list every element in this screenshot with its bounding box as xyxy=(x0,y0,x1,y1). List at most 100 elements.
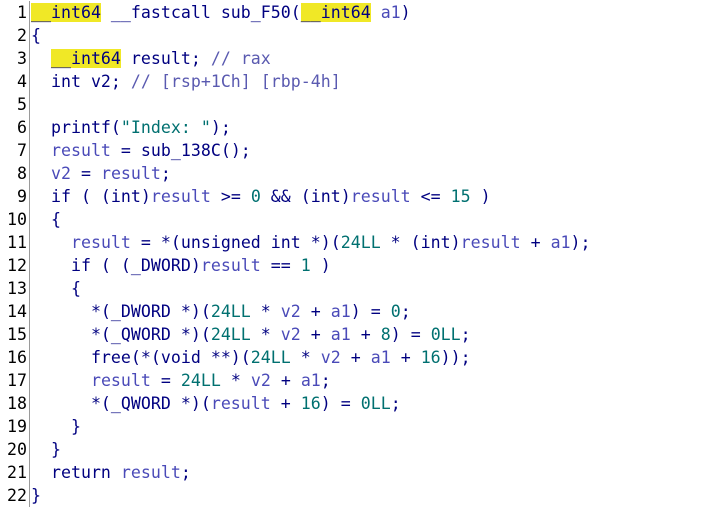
code-token[interactable]: result xyxy=(461,233,521,252)
highlighted-token[interactable]: __int64 xyxy=(300,3,371,22)
code-token[interactable]: result xyxy=(201,256,261,275)
code-token[interactable]: a1 xyxy=(331,325,351,344)
code-text[interactable]: *(_QWORD *)(result + 16) = 0LL; xyxy=(31,392,401,415)
code-token[interactable]: if ( (int) xyxy=(31,187,151,206)
code-token[interactable]: *(_QWORD *)( xyxy=(31,394,211,413)
code-token[interactable]: // [rsp+1Ch] [rbp-4h] xyxy=(131,72,341,91)
code-text[interactable]: return result; xyxy=(31,461,191,484)
code-token[interactable]: 24LL xyxy=(211,325,251,344)
code-line[interactable]: 2{ xyxy=(0,24,726,47)
code-token[interactable]: 1 xyxy=(301,256,311,275)
code-token[interactable]: ) xyxy=(311,256,331,275)
code-token[interactable]: ; xyxy=(321,371,331,390)
code-line[interactable]: 6 printf("Index: "); xyxy=(0,116,726,139)
code-token[interactable]: // rax xyxy=(211,49,271,68)
code-text[interactable]: __int64 result; // rax xyxy=(31,47,271,70)
code-token[interactable] xyxy=(31,233,71,252)
code-token[interactable]: __fastcall sub_F50( xyxy=(101,3,301,22)
code-token[interactable]: result xyxy=(91,371,151,390)
code-token[interactable]: result xyxy=(151,187,211,206)
code-line[interactable]: 21 return result; xyxy=(0,461,726,484)
code-token[interactable]: *(_DWORD *)( xyxy=(31,302,211,321)
code-text[interactable]: } xyxy=(31,415,81,438)
code-token[interactable]: result xyxy=(121,463,181,482)
code-token[interactable]: + xyxy=(301,302,331,321)
pseudocode-view[interactable]: 1 __int64 __fastcall sub_F50(__int64 a1) 2… xyxy=(0,0,726,515)
code-token[interactable]: ) xyxy=(471,187,491,206)
code-text[interactable]: } xyxy=(31,484,41,507)
code-line[interactable]: 22} xyxy=(0,484,726,507)
highlighted-token[interactable]: __int64 xyxy=(50,49,121,68)
code-token[interactable]: a1 xyxy=(551,233,571,252)
code-token[interactable]: + xyxy=(341,348,371,367)
code-token[interactable]: a1 xyxy=(381,3,401,22)
code-token[interactable]: result xyxy=(211,394,271,413)
code-token[interactable] xyxy=(31,141,51,160)
code-token[interactable]: * xyxy=(291,348,321,367)
code-token[interactable]: if ( (_DWORD) xyxy=(31,256,201,275)
code-token[interactable]: * (int) xyxy=(381,233,461,252)
code-token[interactable]: ); xyxy=(211,118,231,137)
code-line[interactable]: 14 *(_DWORD *)(24LL * v2 + a1) = 0; xyxy=(0,300,726,323)
code-line[interactable]: 15 *(_QWORD *)(24LL * v2 + a1 + 8) = 0LL… xyxy=(0,323,726,346)
code-token[interactable]: == xyxy=(261,256,301,275)
code-token[interactable]: 0 xyxy=(251,187,261,206)
code-token[interactable]: ; xyxy=(391,394,401,413)
code-token[interactable]: v2 xyxy=(251,371,271,390)
code-token[interactable]: return xyxy=(31,463,121,482)
code-token[interactable]: *(_QWORD *)( xyxy=(31,325,211,344)
highlighted-token[interactable]: __int64 xyxy=(31,3,101,22)
code-token[interactable] xyxy=(371,3,381,22)
code-token[interactable]: a1 xyxy=(331,302,351,321)
code-token[interactable]: result xyxy=(71,233,131,252)
code-line[interactable]: 5 xyxy=(0,93,726,116)
code-token[interactable]: 0 xyxy=(391,302,401,321)
code-token[interactable]: 24LL xyxy=(181,371,221,390)
code-text[interactable]: printf("Index: "); xyxy=(31,116,231,139)
code-token[interactable]: "Index: " xyxy=(121,118,211,137)
code-token[interactable]: ) = xyxy=(351,302,391,321)
code-token[interactable]: ; xyxy=(401,302,411,321)
code-token[interactable] xyxy=(31,164,51,183)
code-line[interactable]: 10 { xyxy=(0,208,726,231)
code-text[interactable]: result = *(unsigned int *)(24LL * (int)r… xyxy=(31,231,591,254)
code-text[interactable]: __int64 __fastcall sub_F50(__int64 a1) xyxy=(31,1,411,24)
code-token[interactable]: ) xyxy=(401,3,411,22)
code-text[interactable]: { xyxy=(31,24,41,47)
code-line[interactable]: 8 v2 = result; xyxy=(0,162,726,185)
code-text[interactable]: *(_QWORD *)(24LL * v2 + a1 + 8) = 0LL; xyxy=(31,323,471,346)
code-token[interactable]: free(*(void **)( xyxy=(31,348,251,367)
code-token[interactable]: { xyxy=(31,26,41,45)
code-token[interactable]: 24LL xyxy=(251,348,291,367)
code-token[interactable]: * xyxy=(221,371,251,390)
code-text[interactable]: v2 = result; xyxy=(31,162,171,185)
code-line[interactable]: 17 result = 24LL * v2 + a1; xyxy=(0,369,726,392)
code-token[interactable]: a1 xyxy=(301,371,321,390)
code-token[interactable]: = sub_138C(); xyxy=(111,141,251,160)
code-token[interactable]: = *(unsigned int *)( xyxy=(131,233,341,252)
code-line[interactable]: 12 if ( (_DWORD)result == 1 ) xyxy=(0,254,726,277)
code-text[interactable]: free(*(void **)(24LL * v2 + a1 + 16)); xyxy=(31,346,471,369)
code-token[interactable]: 24LL xyxy=(341,233,381,252)
code-token[interactable]: } xyxy=(31,486,41,505)
code-token[interactable]: 16 xyxy=(301,394,321,413)
code-token[interactable]: { xyxy=(31,210,61,229)
code-line[interactable]: 13 { xyxy=(0,277,726,300)
code-line[interactable]: 3 __int64 result; // rax xyxy=(0,47,726,70)
code-token[interactable] xyxy=(31,371,91,390)
code-token[interactable]: ) = xyxy=(321,394,361,413)
code-token[interactable]: + xyxy=(391,348,421,367)
code-token[interactable]: <= xyxy=(411,187,451,206)
code-line[interactable]: 20 } xyxy=(0,438,726,461)
code-text[interactable]: result = sub_138C(); xyxy=(31,139,251,162)
code-text[interactable]: if ( (int)result >= 0 && (int)result <= … xyxy=(31,185,491,208)
code-token[interactable]: v2 xyxy=(281,325,301,344)
code-token[interactable]: a1 xyxy=(371,348,391,367)
code-token[interactable]: )); xyxy=(441,348,471,367)
code-token[interactable]: v2 xyxy=(51,164,71,183)
code-line[interactable]: 16 free(*(void **)(24LL * v2 + a1 + 16))… xyxy=(0,346,726,369)
code-token[interactable]: = xyxy=(71,164,101,183)
code-line[interactable]: 7 result = sub_138C(); xyxy=(0,139,726,162)
code-line[interactable]: 9 if ( (int)result >= 0 && (int)result <… xyxy=(0,185,726,208)
code-line[interactable]: 18 *(_QWORD *)(result + 16) = 0LL; xyxy=(0,392,726,415)
